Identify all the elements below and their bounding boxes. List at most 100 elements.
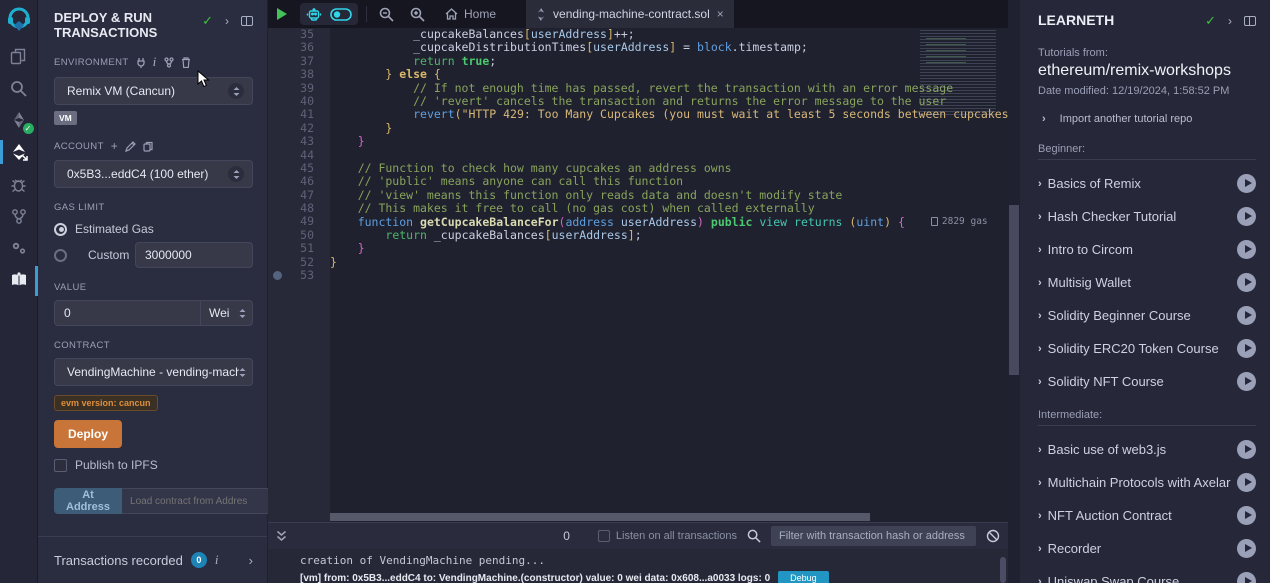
learneth-pin-icon[interactable]: › (1228, 14, 1232, 28)
copy-icon[interactable] (143, 141, 153, 152)
terminal-scrollbar[interactable] (1000, 557, 1006, 583)
code-line[interactable]: 44 (268, 149, 1008, 162)
deploy-run-icon[interactable] (0, 136, 38, 168)
debugger-icon[interactable] (0, 168, 38, 200)
code-line[interactable]: 38 } else { (268, 68, 1008, 81)
environment-dropdown-icon[interactable] (228, 83, 244, 99)
plugin-manager-icon[interactable] (0, 232, 38, 264)
git-icon[interactable] (0, 200, 38, 232)
custom-gas-input[interactable] (135, 242, 253, 268)
run-script-button[interactable] (268, 3, 296, 25)
play-tutorial-button[interactable] (1237, 339, 1256, 358)
play-tutorial-button[interactable] (1237, 372, 1256, 391)
at-address-button[interactable]: At Address (54, 488, 122, 514)
code-editor[interactable]: 35 _cupcakeBalances[userAddress]++;36 _c… (268, 28, 1008, 522)
tutorial-item[interactable]: ›Multisig Wallet (1038, 273, 1256, 292)
clear-console-icon[interactable] (986, 529, 1000, 543)
tutorial-item[interactable]: ›Basic use of web3.js (1038, 440, 1256, 459)
close-tab-icon[interactable]: × (717, 7, 724, 21)
edit-icon[interactable] (125, 141, 136, 152)
terminal-filter-input[interactable] (771, 526, 976, 546)
code-line[interactable]: 37 return true; (268, 55, 1008, 68)
environment-info-icon[interactable]: i (153, 54, 157, 70)
code-line[interactable]: 36 _cupcakeDistributionTimes[userAddress… (268, 41, 1008, 54)
account-dropdown-icon[interactable] (228, 166, 244, 182)
tutorial-item[interactable]: ›Hash Checker Tutorial (1038, 207, 1256, 226)
tutorial-item[interactable]: ›Intro to Circom (1038, 240, 1256, 259)
tab-home[interactable]: Home (433, 0, 508, 28)
transactions-expand-icon[interactable]: › (249, 553, 253, 568)
learneth-layout-icon[interactable] (1244, 16, 1256, 26)
learneth-plugin-icon[interactable] (0, 264, 38, 296)
code-line[interactable]: 50 return _cupcakeBalances[userAddress]; (268, 229, 1008, 242)
layout-icon[interactable] (241, 16, 253, 26)
add-account-icon[interactable]: + (111, 139, 118, 153)
code-line[interactable]: 45 // Function to check how many cupcake… (268, 162, 1008, 175)
play-tutorial-button[interactable] (1237, 306, 1256, 325)
tutorial-item[interactable]: ›Uniswap Swap Course (1038, 572, 1256, 583)
environment-select[interactable]: Remix VM (Cancun) (54, 77, 253, 105)
estimated-gas-radio[interactable] (54, 223, 67, 236)
tutorial-item[interactable]: ›NFT Auction Contract (1038, 506, 1256, 525)
contract-select[interactable]: VendingMachine - vending-machin (54, 358, 253, 386)
editor-minimap[interactable] (920, 30, 996, 116)
plug-icon[interactable] (136, 57, 146, 68)
code-line[interactable]: 46 // 'public' means anyone can call thi… (268, 175, 1008, 188)
value-unit-select[interactable]: Wei (201, 300, 253, 326)
value-input[interactable] (54, 300, 201, 326)
publish-ipfs-checkbox[interactable] (54, 459, 67, 472)
tutorial-item[interactable]: ›Recorder (1038, 539, 1256, 558)
ai-toggle[interactable] (330, 8, 352, 21)
play-tutorial-button[interactable] (1237, 572, 1256, 583)
import-repo-toggle[interactable]: › Import another tutorial repo (1038, 113, 1256, 125)
right-panel-scrollbar-thumb[interactable] (1009, 205, 1019, 375)
at-address-input[interactable] (122, 488, 271, 514)
remix-logo-icon[interactable] (0, 0, 38, 40)
account-select[interactable]: 0x5B3...eddC4 (100 ether) (54, 160, 253, 188)
search-icon[interactable] (0, 72, 38, 104)
code-line[interactable]: 41 revert("HTTP 429: Too Many Cupcakes (… (268, 108, 1008, 121)
tutorial-item[interactable]: ›Basics of Remix (1038, 174, 1256, 193)
code-line[interactable]: 35 _cupcakeBalances[userAddress]++; (268, 28, 1008, 41)
debug-button[interactable]: Debug (778, 571, 829, 583)
transactions-recorded-row[interactable]: Transactions recorded 0 i › (38, 536, 267, 583)
code-line[interactable]: 48 // This makes it free to call (no gas… (268, 202, 1008, 215)
play-tutorial-button[interactable] (1237, 473, 1256, 492)
fork-icon[interactable] (164, 57, 174, 68)
play-tutorial-button[interactable] (1237, 440, 1256, 459)
code-line[interactable]: 42 } (268, 122, 1008, 135)
right-panel-scrollbar-track[interactable] (1008, 0, 1020, 583)
ai-assistant-icon[interactable] (306, 7, 322, 22)
trash-icon[interactable] (181, 57, 191, 68)
play-tutorial-button[interactable] (1237, 506, 1256, 525)
play-tutorial-button[interactable] (1237, 273, 1256, 292)
tutorial-item[interactable]: ›Solidity NFT Course (1038, 372, 1256, 391)
play-tutorial-button[interactable] (1237, 174, 1256, 193)
tutorial-item[interactable]: ›Solidity ERC20 Token Course (1038, 339, 1256, 358)
code-line[interactable]: 49 function getCupcakeBalanceFor(address… (268, 215, 1008, 228)
play-tutorial-button[interactable] (1237, 539, 1256, 558)
play-tutorial-button[interactable] (1237, 207, 1256, 226)
code-line[interactable]: 47 // 'view' means this function only re… (268, 189, 1008, 202)
play-tutorial-button[interactable] (1237, 240, 1256, 259)
custom-gas-radio[interactable] (54, 249, 67, 262)
tab-file-active[interactable]: vending-machine-contract.sol × (526, 0, 734, 28)
expand-terminal-icon[interactable] (276, 530, 287, 542)
code-line[interactable]: 43 } (268, 135, 1008, 148)
pin-panel-icon[interactable]: › (225, 14, 229, 28)
tutorial-item[interactable]: ›Solidity Beginner Course (1038, 306, 1256, 325)
code-line[interactable]: 53 (268, 269, 1008, 282)
tutorial-item[interactable]: ›Multichain Protocols with Axelar (1038, 473, 1256, 492)
transactions-info-icon[interactable]: i (215, 552, 219, 568)
editor-horizontal-scrollbar[interactable] (330, 513, 870, 521)
terminal-search-icon[interactable] (747, 529, 761, 543)
solidity-compiler-icon[interactable]: ✓ (0, 104, 38, 136)
code-line[interactable]: 40 // 'revert' cancels the transaction a… (268, 95, 1008, 108)
breakpoint-dot[interactable] (273, 271, 282, 280)
zoom-out-icon[interactable] (371, 3, 402, 25)
code-line[interactable]: 39 // If not enough time has passed, rev… (268, 82, 1008, 95)
file-explorer-icon[interactable] (0, 40, 38, 72)
code-line[interactable]: 52} (268, 256, 1008, 269)
listen-transactions-checkbox[interactable] (598, 530, 610, 542)
deploy-button[interactable]: Deploy (54, 420, 122, 448)
